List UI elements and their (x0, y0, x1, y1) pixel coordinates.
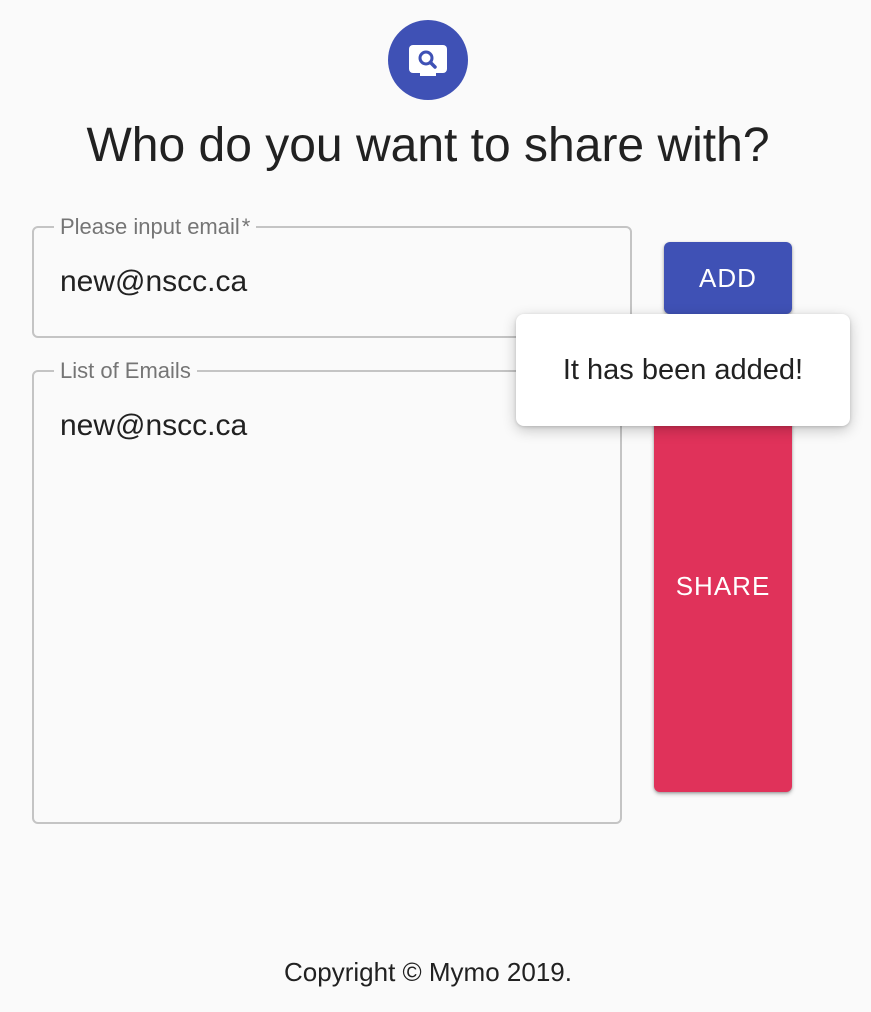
search-icon (409, 45, 447, 76)
share-page: Who do you want to share with? Please in… (0, 0, 871, 1012)
added-popover: It has been added! (516, 314, 850, 426)
page-title: Who do you want to share with? (86, 119, 770, 172)
add-button[interactable]: ADD (664, 242, 792, 314)
email-field-label: Please input email* (54, 214, 257, 240)
email-list-label: List of Emails (54, 358, 197, 384)
share-button[interactable]: SHARE (654, 380, 792, 792)
email-list-textarea[interactable]: new@nscc.ca (60, 408, 247, 444)
logo-avatar (388, 20, 468, 100)
required-marker: * (241, 214, 251, 239)
copyright-footer: Copyright © Mymo 2019. (284, 957, 572, 987)
email-list-field[interactable]: List of Emails new@nscc.ca (32, 358, 622, 824)
email-input[interactable]: new@nscc.ca (60, 264, 247, 300)
popover-message: It has been added! (562, 353, 804, 386)
